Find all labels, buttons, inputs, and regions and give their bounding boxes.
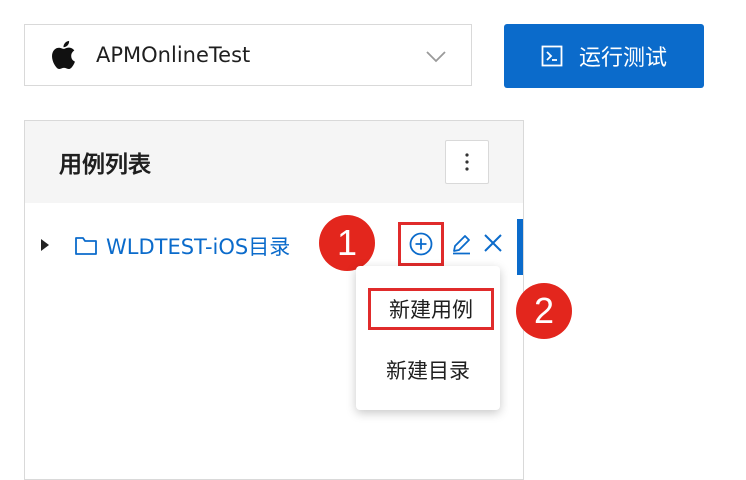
menu-item-new-folder[interactable]: 新建目录 <box>356 342 500 398</box>
delete-icon[interactable] <box>482 232 504 258</box>
terminal-icon <box>541 45 563 67</box>
panel-title: 用例列表 <box>59 152 151 178</box>
apple-icon <box>50 39 78 71</box>
add-button[interactable] <box>398 222 444 266</box>
vertical-dots-icon <box>465 153 469 171</box>
menu-item-new-case[interactable]: 新建用例 <box>368 288 494 330</box>
step-badge-2: 2 <box>516 283 572 339</box>
app-select[interactable]: APMOnlineTest <box>24 24 472 86</box>
run-test-label: 运行测试 <box>578 46 667 71</box>
chevron-down-icon[interactable] <box>425 45 447 71</box>
edit-icon[interactable] <box>450 233 472 259</box>
folder-name: WLDTEST-iOS目录 <box>106 235 291 259</box>
run-test-button[interactable]: 运行测试 <box>504 24 704 88</box>
more-options-button[interactable] <box>445 140 489 184</box>
app-select-value: APMOnlineTest <box>96 43 251 67</box>
step-badge-1: 1 <box>319 215 375 271</box>
context-menu: 新建用例 新建目录 <box>356 266 500 410</box>
caret-right-icon[interactable] <box>39 237 51 257</box>
folder-icon <box>74 235 98 261</box>
active-indicator <box>517 219 523 275</box>
panel-header: 用例列表 <box>25 121 523 203</box>
plus-circle-icon <box>409 232 433 256</box>
